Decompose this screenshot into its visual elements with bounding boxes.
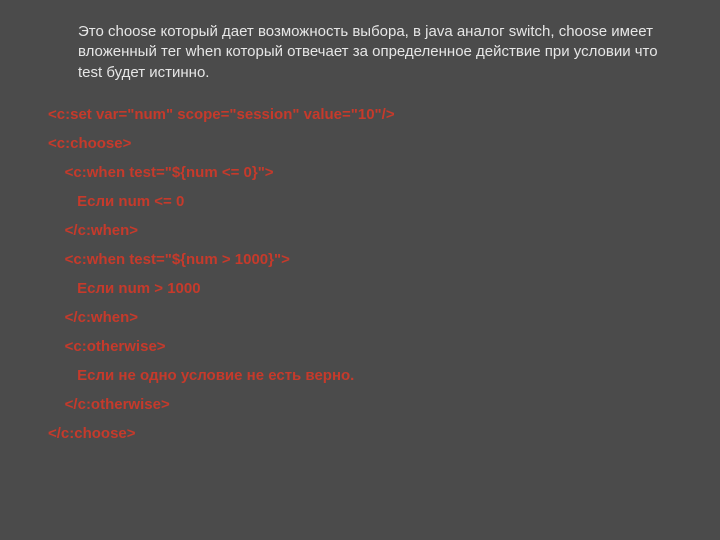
code-line: </c:otherwise> [48, 397, 660, 412]
code-line: Если num > 1000 [48, 281, 660, 296]
code-line: Если num <= 0 [48, 194, 660, 209]
code-line: </c:choose> [48, 426, 660, 441]
code-line: </c:when> [48, 310, 660, 325]
code-line: <c:when test="${num > 1000}"> [48, 252, 660, 267]
code-line: Если не одно условие не есть верно. [48, 368, 660, 383]
code-line: <c:choose> [48, 136, 660, 151]
description-text: Это choose который дает возможность выбо… [78, 22, 660, 83]
code-line: <c:when test="${num <= 0}"> [48, 165, 660, 180]
code-block: <c:set var="num" scope="session" value="… [48, 107, 660, 441]
code-line: <c:set var="num" scope="session" value="… [48, 107, 660, 122]
code-line: </c:when> [48, 223, 660, 238]
slide: Это choose который дает возможность выбо… [0, 0, 720, 540]
code-line: <c:otherwise> [48, 339, 660, 354]
